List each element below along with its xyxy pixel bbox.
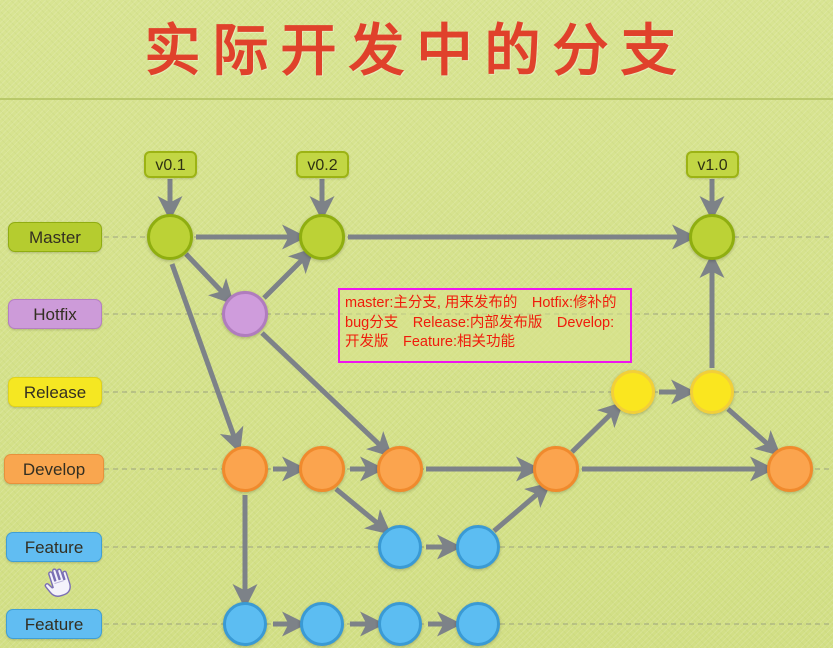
version-tag-v0-2[interactable]: v0.2 (296, 151, 349, 178)
edge-f1b-d4 (492, 482, 552, 533)
commit-node-master-1[interactable] (147, 214, 193, 260)
version-tag-v0-1[interactable]: v0.1 (144, 151, 197, 178)
commit-node-feature2-1[interactable] (223, 602, 267, 646)
edge-d2-f1a (334, 487, 392, 535)
commit-node-develop-3[interactable] (377, 446, 423, 492)
commit-node-master-2[interactable] (299, 214, 345, 260)
edge-r2-d5 (726, 407, 781, 456)
version-tag-v1-0[interactable]: v1.0 (686, 151, 739, 178)
hand-pointer-cursor (40, 566, 76, 600)
edge-h1-m2 (262, 247, 315, 300)
branch-label-feature-1[interactable]: Feature (6, 532, 102, 562)
edge-m1-d1 (169, 263, 244, 454)
branch-label-release[interactable]: Release (8, 377, 102, 407)
edge-m1-h1 (184, 252, 235, 305)
commit-node-hotfix-1[interactable] (222, 291, 268, 337)
commit-node-feature2-4[interactable] (456, 602, 500, 646)
commit-node-develop-5[interactable] (767, 446, 813, 492)
commit-node-develop-2[interactable] (299, 446, 345, 492)
branch-label-feature-2[interactable]: Feature (6, 609, 102, 639)
branch-label-master[interactable]: Master (8, 222, 102, 252)
commit-node-develop-1[interactable] (222, 446, 268, 492)
commit-node-feature2-2[interactable] (300, 602, 344, 646)
commit-node-release-2[interactable] (690, 370, 734, 414)
commit-node-release-1[interactable] (611, 370, 655, 414)
annotation-box: master:主分支, 用来发布的 Hotfix:修补的bug分支 Releas… (338, 288, 632, 363)
annotation-text: master:主分支, 用来发布的 Hotfix:修补的bug分支 Releas… (345, 295, 617, 351)
commit-node-develop-4[interactable] (533, 446, 579, 492)
diagram-canvas: 实际开发中的分支 Master Hotfix Release Develop F… (0, 0, 833, 648)
commit-node-feature1-1[interactable] (378, 525, 422, 569)
commit-node-master-3[interactable] (689, 214, 735, 260)
edge-d4-r1 (570, 401, 624, 454)
commit-node-feature1-2[interactable] (456, 525, 500, 569)
branch-label-develop[interactable]: Develop (4, 454, 104, 484)
commit-node-feature2-3[interactable] (378, 602, 422, 646)
branch-label-hotfix[interactable]: Hotfix (8, 299, 102, 329)
